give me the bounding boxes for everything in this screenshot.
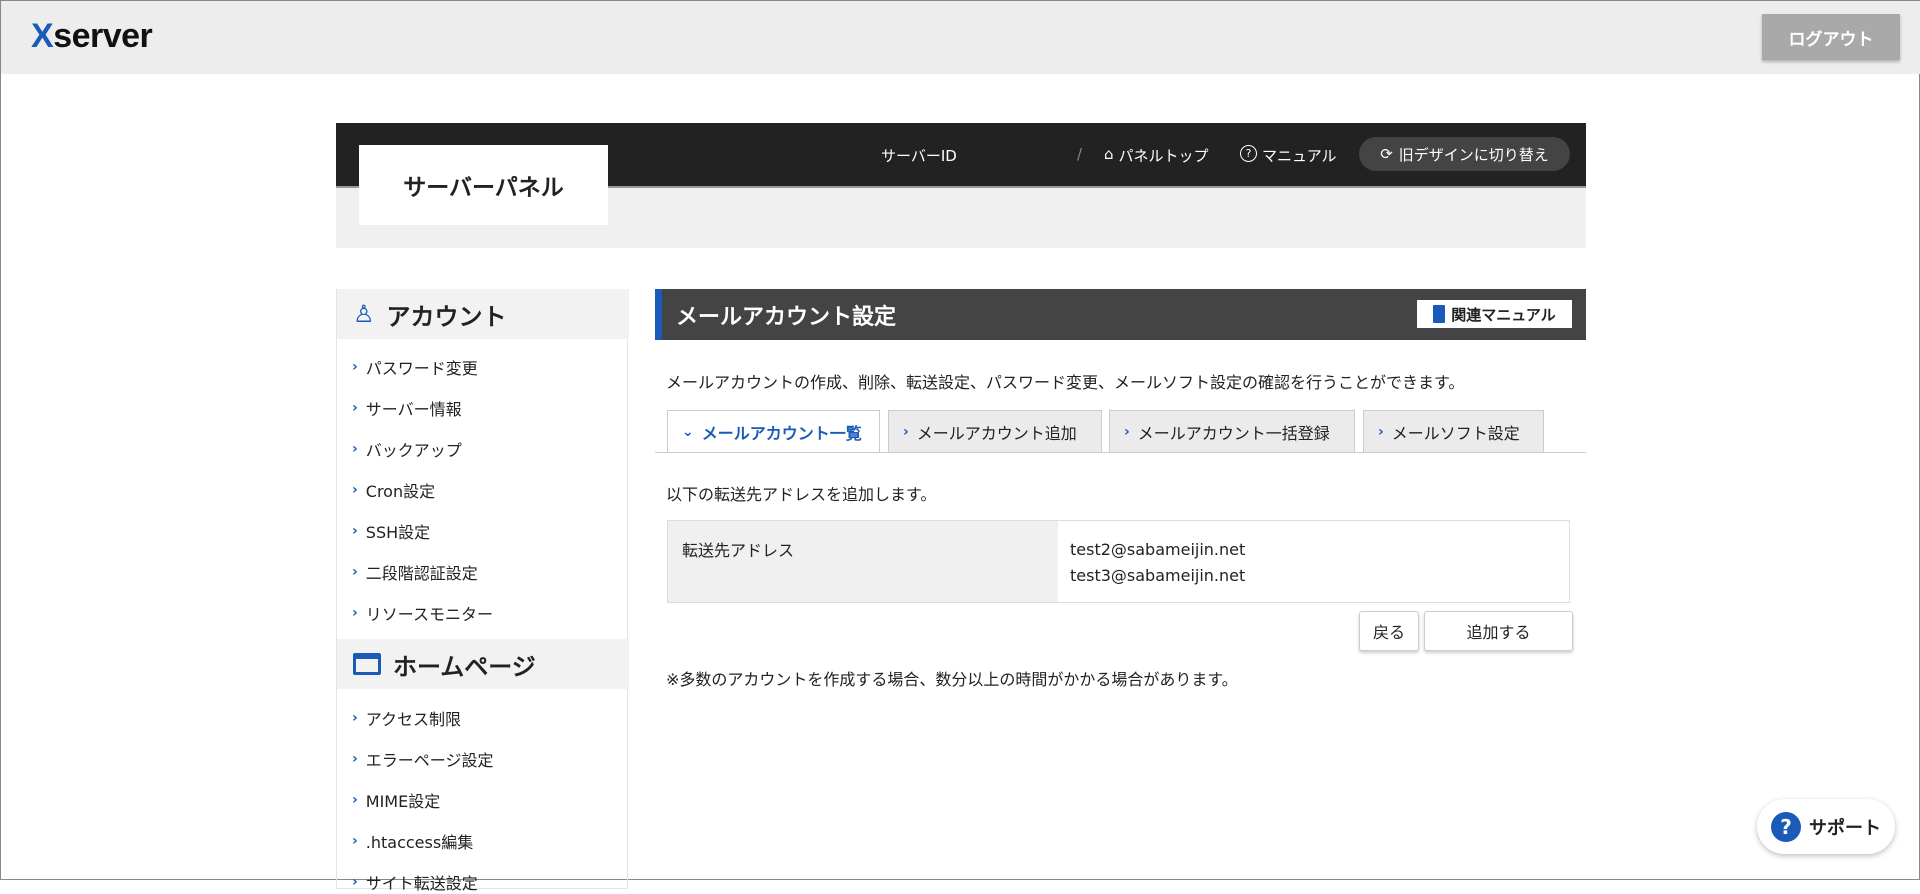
sidebar: ♙ アカウント › パスワード変更 › サーバー情報 › バックアップ › Cron設定 … [336,289,629,893]
tab-label: メールアカウント一括登録 [1137,423,1330,443]
logo-x: X [31,17,54,55]
item-label: バックアップ [365,441,462,460]
tab-label: メールアカウント一覧 [701,424,862,443]
browser-window-icon [353,653,381,675]
item-label: サーバー情報 [365,400,462,419]
note-text: ※多数のアカウントを作成する場合、数分以上の時間がかかる場合があります。 [666,670,1238,689]
back-button[interactable]: 戻る [1359,611,1419,651]
logout-button[interactable]: ログアウト [1762,14,1900,60]
forward-address-table: 転送先アドレス test2@sabameijin.net test3@sabam… [667,520,1570,603]
item-label: SSH設定 [365,523,431,542]
sidebar-item-site-redirect[interactable]: › サイト転送設定 [352,870,478,894]
panel-top-label: パネルトップ [1118,147,1209,165]
item-label: MIME設定 [365,792,441,811]
chevron-right-icon: › [352,874,358,890]
chevron-right-icon: › [352,710,358,726]
question-icon: ? [1240,145,1257,162]
manual-label: マニュアル [1262,147,1337,165]
panel-top-link[interactable]: ⌂ パネルトップ [1104,145,1209,166]
sidebar-item-ssh[interactable]: › SSH設定 [352,519,430,543]
sidebar-item-password[interactable]: › パスワード変更 [352,355,478,379]
tab-label: メールアカウント追加 [916,423,1077,443]
item-label: アクセス制限 [365,710,461,729]
item-label: Cron設定 [365,482,436,501]
manual-link[interactable]: ? マニュアル [1240,145,1337,166]
item-label: リソースモニター [365,605,493,624]
chevron-right-icon: › [352,523,358,539]
intro-text: 以下の転送先アドレスを追加します。 [666,485,937,504]
sidebar-item-server-info[interactable]: › サーバー情報 [352,396,462,420]
item-label: .htaccess編集 [365,833,474,852]
sidebar-item-resource-monitor[interactable]: › リソースモニター [352,601,493,625]
tab-account-list[interactable]: ⌄ メールアカウント一覧 [667,410,880,453]
tab-label: メールソフト設定 [1391,423,1520,443]
chevron-right-icon: › [352,441,358,457]
chevron-right-icon: › [352,751,358,767]
chevron-right-icon: › [352,400,358,416]
help-icon: ? [1771,811,1801,842]
sidebar-item-htaccess[interactable]: › .htaccess編集 [352,829,473,853]
chevron-right-icon: › [352,792,358,808]
chevron-right-icon: › [1124,423,1130,440]
item-label: 二段階認証設定 [365,564,478,583]
chevron-down-icon: ⌄ [682,424,694,440]
user-icon: ♙ [353,300,375,328]
support-label: サポート [1809,817,1881,839]
chevron-right-icon: › [1378,423,1384,440]
chevron-right-icon: › [352,564,358,580]
related-manual-label: 関連マニュアル [1451,305,1556,324]
logo-text: server [53,17,153,55]
server-panel-title: サーバーパネル [359,145,608,225]
table-label: 転送先アドレス [668,521,1058,602]
forward-address: test2@sabameijin.net [1070,540,1246,559]
old-design-button[interactable]: ⟳ 旧デザインに切り替え [1359,137,1570,171]
book-icon [1433,305,1446,323]
home-icon: ⌂ [1104,145,1114,163]
tab-add-account[interactable]: › メールアカウント追加 [888,410,1102,452]
add-button[interactable]: 追加する [1424,611,1573,651]
top-header [1,1,1920,74]
chevron-right-icon: › [352,482,358,498]
tab-divider [655,452,1586,453]
chevron-right-icon: › [352,833,358,849]
sidebar-item-backup[interactable]: › バックアップ [352,437,462,461]
refresh-icon: ⟳ [1380,145,1393,163]
chevron-right-icon: › [903,423,909,440]
item-label: エラーページ設定 [365,751,494,770]
xserver-logo[interactable]: Xserver [31,17,153,56]
forward-address: test3@sabameijin.net [1070,566,1246,585]
chevron-right-icon: › [352,359,358,375]
tab-mail-software[interactable]: › メールソフト設定 [1363,410,1544,452]
sidebar-item-cron[interactable]: › Cron設定 [352,478,435,502]
sidebar-section-homepage: ホームページ [337,639,629,689]
page-description: メールアカウントの作成、削除、転送設定、パスワード変更、メールソフト設定の確認を… [666,373,1465,392]
section-title: アカウント [386,302,507,331]
sidebar-section-account: ♙ アカウント [337,289,629,339]
related-manual-button[interactable]: 関連マニュアル [1417,300,1572,328]
sidebar-item-mime[interactable]: › MIME設定 [352,788,440,812]
sidebar-item-error-page[interactable]: › エラーページ設定 [352,747,493,771]
chevron-right-icon: › [352,605,358,621]
separator: / [1077,145,1083,163]
section-title: ホームページ [393,652,536,681]
old-design-label: 旧デザインに切り替え [1398,145,1549,164]
sidebar-item-2fa[interactable]: › 二段階認証設定 [352,560,478,584]
server-id-label: サーバーID [881,147,957,165]
support-button[interactable]: ? サポート [1757,799,1895,854]
item-label: サイト転送設定 [365,874,478,893]
table-values: test2@sabameijin.net test3@sabameijin.ne… [1058,521,1257,602]
tab-bulk-register[interactable]: › メールアカウント一括登録 [1109,410,1355,452]
item-label: パスワード変更 [365,359,478,378]
sidebar-item-access-limit[interactable]: › アクセス制限 [352,706,461,730]
